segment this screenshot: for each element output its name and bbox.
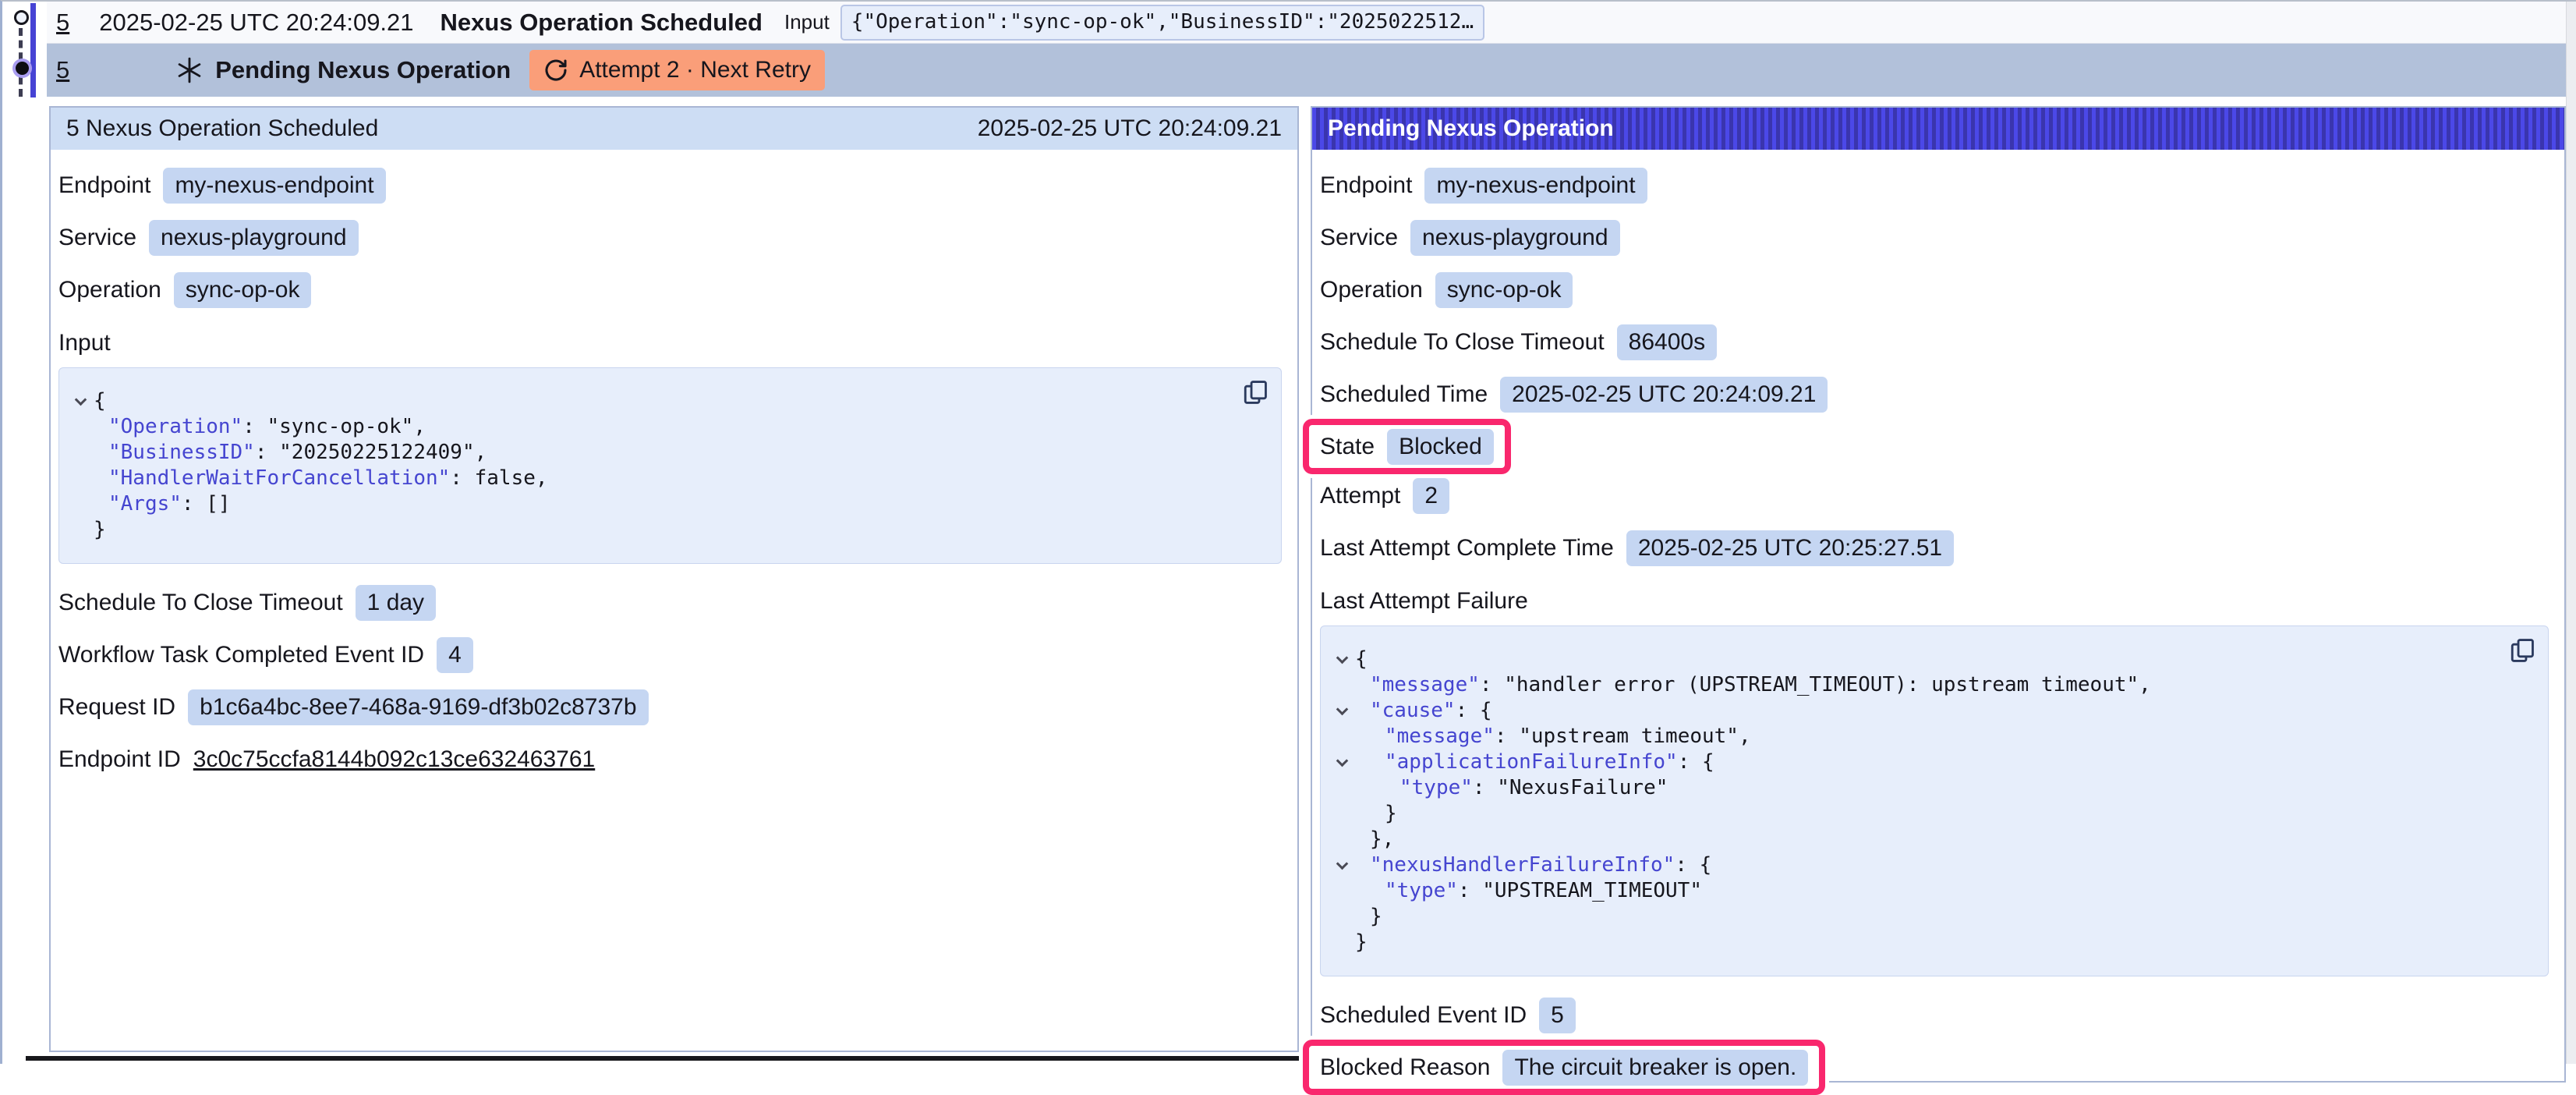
field-label: Scheduled Time xyxy=(1320,381,1488,408)
field-workflow-task-completed-event-id: Workflow Task Completed Event ID 4 xyxy=(58,636,1282,673)
event-history-view: 5 2025-02-25 UTC 20:24:09.21 Nexus Opera… xyxy=(2,2,2576,1083)
field-value-badge: 5 xyxy=(1539,998,1576,1033)
field-label: Request ID xyxy=(58,694,175,721)
event-detail-panel: 5 Nexus Operation Scheduled 2025-02-25 U… xyxy=(49,106,1299,1052)
detail-header-title: 5 Nexus Operation Scheduled xyxy=(66,115,378,142)
field-value-badge: my-nexus-endpoint xyxy=(1424,168,1647,204)
chevron-down-icon[interactable] xyxy=(1336,858,1348,870)
chevron-down-icon[interactable] xyxy=(1336,652,1348,664)
field-value-badge: 4 xyxy=(437,637,473,673)
circle-outline-icon xyxy=(14,10,29,25)
input-label: Input xyxy=(784,10,830,34)
field-value-badge: 86400s xyxy=(1617,324,1717,360)
state-highlight-annotation: State Blocked xyxy=(1303,419,1511,474)
field-blocked-reason: Blocked Reason The circuit breaker is op… xyxy=(1320,1049,1808,1086)
field-value-badge: 2025-02-25 UTC 20:24:09.21 xyxy=(1500,377,1828,413)
field-label: Endpoint xyxy=(1320,172,1412,199)
field-label: Service xyxy=(1320,225,1398,251)
detail-header-time: 2025-02-25 UTC 20:24:09.21 xyxy=(978,115,1282,142)
field-value-badge: b1c6a4bc-8ee7-468a-9169-df3b02c8737b xyxy=(188,689,648,725)
field-service: Service nexus-playground xyxy=(1320,219,2549,256)
field-schedule-to-close-timeout: Schedule To Close Timeout 86400s xyxy=(1320,324,2549,360)
state-badge: Blocked xyxy=(1387,429,1494,465)
field-label: Operation xyxy=(1320,277,1423,303)
asterisk-icon xyxy=(176,57,203,83)
circle-filled-icon xyxy=(16,62,29,75)
field-value-badge: sync-op-ok xyxy=(1435,272,1573,308)
field-endpoint: Endpoint my-nexus-endpoint xyxy=(1320,167,2549,204)
pending-operation-body: Endpoint my-nexus-endpoint Service nexus… xyxy=(1312,150,2564,1086)
event-id-link[interactable]: 5 xyxy=(56,9,69,37)
field-attempt: Attempt 2 xyxy=(1320,477,2549,514)
failure-section-label: Last Attempt Failure xyxy=(1320,588,2549,615)
input-section-label: Input xyxy=(58,330,1282,356)
field-label: Operation xyxy=(58,277,161,303)
field-operation: Operation sync-op-ok xyxy=(1320,271,2549,308)
field-label: Endpoint xyxy=(58,172,150,199)
event-history-table: 5 2025-02-25 UTC 20:24:09.21 Nexus Opera… xyxy=(47,2,2566,97)
retry-icon xyxy=(543,58,568,83)
chevron-down-icon[interactable] xyxy=(1336,755,1348,767)
field-label: Last Attempt Complete Time xyxy=(1320,535,1614,562)
field-value-badge: my-nexus-endpoint xyxy=(163,168,385,204)
active-event-bar xyxy=(30,3,36,97)
field-label: Schedule To Close Timeout xyxy=(1320,329,1605,356)
chevron-down-icon[interactable] xyxy=(74,394,87,406)
copy-icon xyxy=(2509,637,2535,664)
event-timeline xyxy=(2,2,47,105)
field-value-badge: 1 day xyxy=(356,585,436,621)
field-endpoint-id: Endpoint ID 3c0c75ccfa8144b092c13ce63246… xyxy=(58,741,1282,778)
event-row-pending[interactable]: 5 Pending Nexus Operation Attempt 2 · Ne… xyxy=(47,44,2566,97)
blocked-reason-badge: The circuit breaker is open. xyxy=(1502,1050,1808,1086)
field-schedule-to-close-timeout: Schedule To Close Timeout 1 day xyxy=(58,584,1282,621)
field-label: Workflow Task Completed Event ID xyxy=(58,642,424,668)
field-value-badge: sync-op-ok xyxy=(174,272,312,308)
pending-operation-panel: Pending Nexus Operation Endpoint my-nexu… xyxy=(1311,106,2566,1083)
copy-icon xyxy=(1242,379,1269,406)
field-label: Endpoint ID xyxy=(58,746,181,773)
endpoint-id-link[interactable]: 3c0c75ccfa8144b092c13ce632463761 xyxy=(193,746,595,773)
copy-button[interactable] xyxy=(2509,637,2535,664)
field-operation: Operation sync-op-ok xyxy=(58,271,1282,308)
field-value-badge: nexus-playground xyxy=(1410,220,1620,256)
field-value-badge: 2 xyxy=(1413,478,1449,514)
field-service: Service nexus-playground xyxy=(58,219,1282,256)
field-endpoint: Endpoint my-nexus-endpoint xyxy=(58,167,1282,204)
retry-badge: Attempt 2 · Next Retry xyxy=(529,50,825,90)
field-label: Scheduled Event ID xyxy=(1320,1002,1527,1029)
field-label: State xyxy=(1320,434,1375,460)
field-label: Attempt xyxy=(1320,483,1400,509)
field-scheduled-event-id: Scheduled Event ID 5 xyxy=(1320,997,2549,1033)
event-row-scheduled[interactable]: 5 2025-02-25 UTC 20:24:09.21 Nexus Opera… xyxy=(47,2,2566,44)
field-value-badge: nexus-playground xyxy=(149,220,359,256)
field-label: Blocked Reason xyxy=(1320,1054,1490,1081)
failure-json-viewer: {"message": "handler error (UPSTREAM_TIM… xyxy=(1320,625,2549,976)
blocked-reason-highlight-annotation: Blocked Reason The circuit breaker is op… xyxy=(1303,1040,1825,1095)
event-detail-body: Endpoint my-nexus-endpoint Service nexus… xyxy=(51,150,1297,778)
input-json-viewer: {"Operation": "sync-op-ok","BusinessID":… xyxy=(58,367,1282,564)
event-name: Nexus Operation Scheduled xyxy=(441,9,763,37)
field-state: State Blocked xyxy=(1320,428,1494,465)
event-time: 2025-02-25 UTC 20:24:09.21 xyxy=(99,9,413,37)
event-id-link[interactable]: 5 xyxy=(56,56,69,84)
event-detail-header: 5 Nexus Operation Scheduled 2025-02-25 U… xyxy=(51,108,1297,150)
pending-operation-header: Pending Nexus Operation xyxy=(1312,108,2564,150)
field-label: Service xyxy=(58,225,136,251)
field-scheduled-time: Scheduled Time 2025-02-25 UTC 20:24:09.2… xyxy=(1320,376,2549,413)
field-last-attempt-complete-time: Last Attempt Complete Time 2025-02-25 UT… xyxy=(1320,530,2549,566)
copy-button[interactable] xyxy=(1242,379,1269,406)
scrollbar[interactable] xyxy=(2566,2,2576,1064)
field-label: Schedule To Close Timeout xyxy=(58,590,343,616)
chevron-down-icon[interactable] xyxy=(1336,703,1348,716)
pending-header-title: Pending Nexus Operation xyxy=(1328,115,1614,142)
field-request-id: Request ID b1c6a4bc-8ee7-468a-9169-df3b0… xyxy=(58,689,1282,725)
event-name: Pending Nexus Operation xyxy=(215,56,511,84)
event-details-area: 5 Nexus Operation Scheduled 2025-02-25 U… xyxy=(49,106,2566,1083)
input-preview-badge: {"Operation":"sync-op-ok","BusinessID":"… xyxy=(840,5,1484,41)
retry-badge-label: Attempt 2 · Next Retry xyxy=(579,57,811,83)
field-value-badge: 2025-02-25 UTC 20:25:27.51 xyxy=(1626,530,1954,566)
